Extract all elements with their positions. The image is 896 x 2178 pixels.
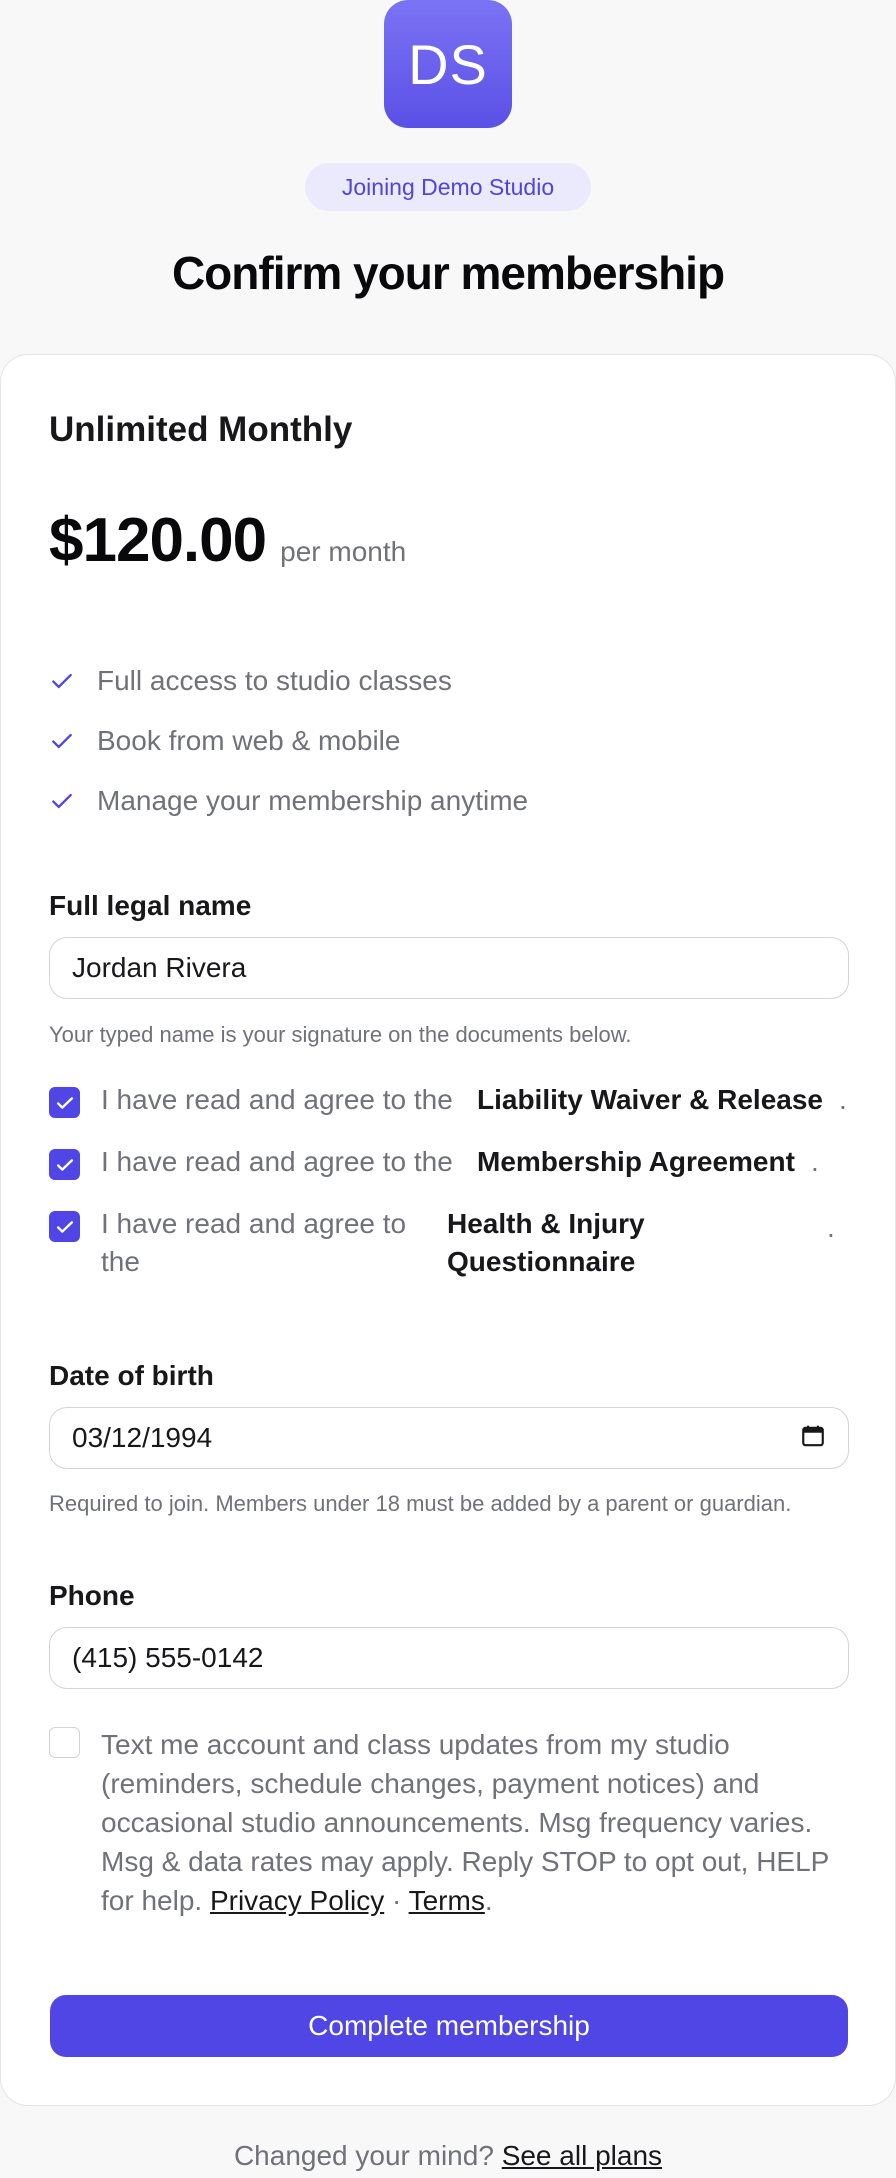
footer: Changed your mind? See all plans: [0, 2140, 896, 2172]
phone-input[interactable]: [49, 1627, 849, 1689]
membership-card: Unlimited Monthly $120.00 per month Full…: [0, 354, 896, 2106]
membership-page: DS Joining Demo Studio Confirm your memb…: [0, 0, 896, 2178]
health-questionnaire-link[interactable]: Health & Injury Questionnaire: [447, 1205, 787, 1281]
feature-text: Manage your membership anytime: [97, 785, 529, 816]
membership-agreement-link[interactable]: Membership Agreement: [477, 1143, 795, 1181]
dob-value: 03/12/1994: [72, 1422, 213, 1453]
link-separator: ·: [392, 1885, 402, 1916]
agreement-prefix: I have read and agree to the: [101, 1146, 453, 1177]
studio-logo: DS: [384, 0, 512, 128]
liability-waiver-link[interactable]: Liability Waiver & Release: [477, 1081, 823, 1119]
calendar-icon[interactable]: [800, 1423, 826, 1454]
feature-item: Full access to studio classes: [49, 651, 849, 711]
sms-consent-text: Text me account and class updates from m…: [101, 1725, 851, 1920]
plan-name: Unlimited Monthly: [49, 410, 353, 449]
dob-label: Date of birth: [49, 1360, 214, 1391]
full-name-help: Your typed name is your signature on the…: [49, 1022, 632, 1047]
sms-consent-end: .: [484, 1885, 493, 1916]
agreement-health-questionnaire[interactable]: I have read and agree to the Health & In…: [49, 1205, 849, 1281]
checkbox-checked-icon[interactable]: [49, 1211, 80, 1242]
sms-consent-checkbox[interactable]: [49, 1727, 80, 1758]
feature-text: Full access to studio classes: [97, 665, 452, 696]
agreement-period: .: [839, 1084, 847, 1115]
terms-link[interactable]: Terms: [409, 1885, 485, 1916]
complete-membership-button[interactable]: Complete membership: [50, 1995, 848, 2057]
feature-text: Book from web & mobile: [97, 725, 401, 756]
see-all-plans-link[interactable]: See all plans: [502, 2140, 662, 2171]
feature-list: Full access to studio classes Book from …: [49, 651, 849, 831]
agreement-membership[interactable]: I have read and agree to the Membership …: [49, 1143, 849, 1181]
footer-prompt: Changed your mind?: [233, 2140, 494, 2171]
agreement-period: .: [810, 1146, 819, 1177]
checkbox-checked-icon[interactable]: [49, 1087, 80, 1118]
feature-item: Manage your membership anytime: [49, 771, 849, 831]
dob-help: Required to join. Members under 18 must …: [49, 1491, 792, 1516]
agreement-prefix: I have read and agree to the: [101, 1084, 453, 1115]
logo-initials: DS: [408, 32, 488, 96]
price-row: $120.00 per month: [49, 505, 406, 576]
check-icon: [49, 666, 79, 696]
plan-price: $120.00: [49, 506, 267, 575]
feature-item: Book from web & mobile: [49, 711, 849, 771]
agreement-liability-waiver[interactable]: I have read and agree to the Liability W…: [49, 1081, 849, 1119]
phone-label: Phone: [49, 1580, 135, 1611]
privacy-policy-link[interactable]: Privacy Policy: [210, 1885, 384, 1916]
checkbox-checked-icon[interactable]: [49, 1149, 80, 1180]
agreement-prefix: I have read and agree to the: [101, 1208, 407, 1277]
full-name-label: Full legal name: [49, 890, 252, 921]
check-icon: [49, 786, 79, 816]
joining-badge: Joining Demo Studio: [305, 163, 591, 211]
full-name-input[interactable]: [49, 937, 849, 999]
dob-input[interactable]: 03/12/1994: [49, 1407, 849, 1469]
agreement-period: .: [827, 1212, 835, 1243]
check-icon: [49, 726, 79, 756]
page-title: Confirm your membership: [171, 247, 725, 299]
plan-period: per month: [280, 536, 407, 567]
